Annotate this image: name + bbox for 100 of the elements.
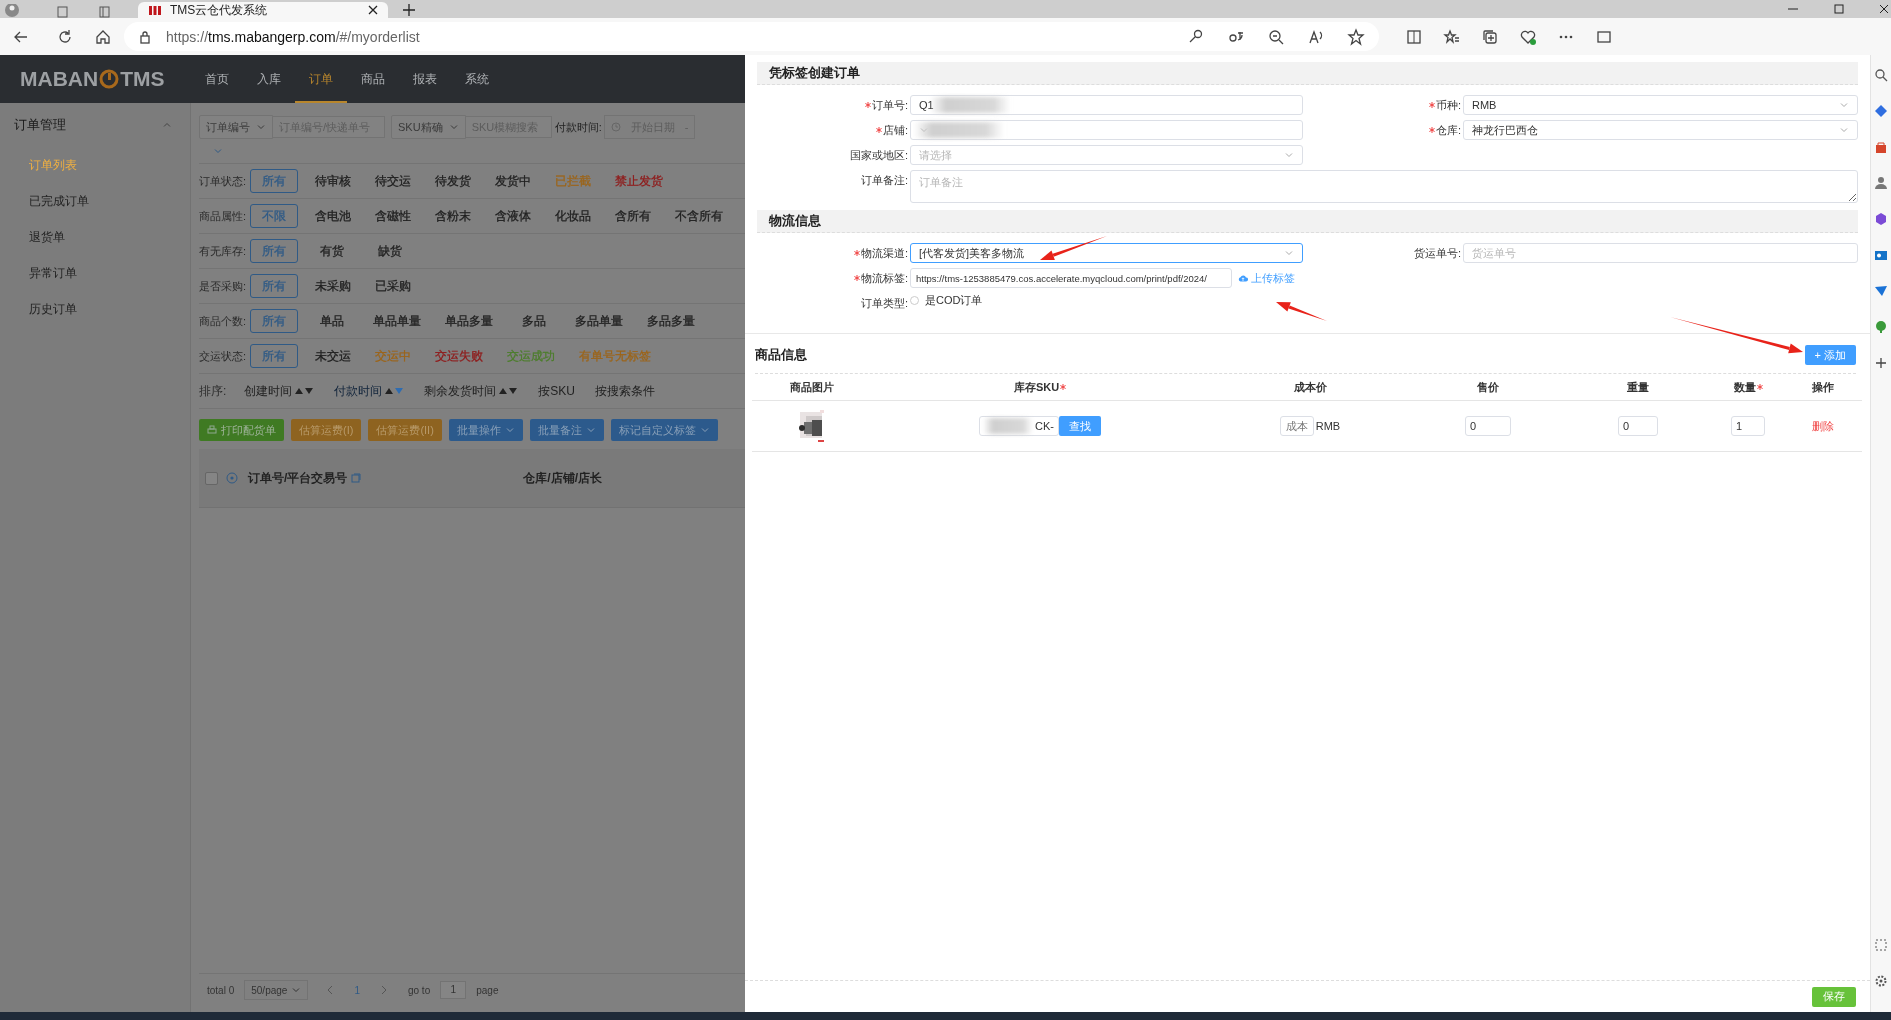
bag-icon[interactable] — [1874, 140, 1888, 154]
sidebar-title: 订单管理 — [14, 116, 66, 134]
workspaces-icon[interactable] — [56, 6, 70, 18]
filter-option[interactable]: 单品多量 — [438, 309, 501, 333]
filter-option[interactable]: 有货 — [308, 239, 357, 263]
text-field[interactable]: 货运单号 — [1463, 243, 1858, 263]
filter-option[interactable]: 多品多量 — [640, 309, 703, 333]
filter-option[interactable]: 待交运 — [368, 169, 419, 193]
chevron-down-icon — [1284, 150, 1294, 160]
filter-option[interactable]: 含电池 — [308, 204, 359, 228]
logo-text: TMS — [120, 67, 165, 91]
sidebar-item[interactable]: 退货单 — [0, 219, 190, 255]
filter-option[interactable]: 交运失败 — [428, 344, 491, 368]
filter-option[interactable]: 不含所有 — [668, 204, 731, 228]
tree-icon[interactable] — [1874, 320, 1888, 334]
currency-label: RMB — [1315, 420, 1341, 432]
search-icon[interactable] — [1874, 68, 1888, 82]
tabs-icon[interactable] — [98, 6, 112, 18]
text-field[interactable]: https://tms-1253885479.cos.accelerate.myqcloud.com/print/pdf/2024/ — [910, 268, 1232, 288]
settings-icon[interactable] — [1874, 974, 1888, 988]
new-tab-icon[interactable] — [402, 3, 416, 17]
column-header: 成本价 — [1293, 379, 1327, 395]
close-icon[interactable] — [368, 5, 378, 15]
action-button[interactable]: 打印配货单 — [199, 419, 284, 441]
sort-option[interactable]: 创建时间 — [244, 382, 315, 400]
upload-link[interactable]: 上传标签 — [1238, 270, 1295, 286]
nav-tab[interactable]: 入库 — [243, 55, 295, 103]
filter-option[interactable]: 含磁性 — [368, 204, 419, 228]
split-screen-icon[interactable] — [1405, 27, 1423, 46]
person-icon[interactable] — [1874, 176, 1888, 190]
refresh-icon[interactable] — [56, 27, 74, 46]
sidebar-item[interactable]: 已完成订单 — [0, 183, 190, 219]
filter-option[interactable]: 单品 — [308, 309, 357, 333]
text-field[interactable]: Q1 — [910, 95, 1303, 115]
star-icon[interactable] — [1347, 27, 1365, 46]
filter-option[interactable]: 待发货 — [428, 169, 479, 193]
select-field[interactable]: RMB — [1463, 95, 1858, 115]
filter-option[interactable]: 缺货 — [366, 239, 415, 263]
filter-option[interactable]: 化妆品 — [548, 204, 599, 228]
filter-option[interactable]: 待审核 — [308, 169, 359, 193]
filter-option[interactable]: 单品单量 — [366, 309, 429, 333]
sort-option[interactable]: 按搜索条件 — [595, 382, 656, 400]
sort-label: 排序: — [199, 382, 227, 400]
text-area[interactable]: 订单备注 — [910, 170, 1858, 203]
sort-option[interactable]: 付款时间 — [334, 382, 405, 400]
add-icon[interactable] — [1874, 356, 1888, 370]
sidebar-item[interactable]: 历史订单 — [0, 291, 190, 327]
profile-icon[interactable] — [4, 4, 20, 18]
diamond-icon[interactable] — [1874, 104, 1888, 118]
send-icon[interactable] — [1874, 284, 1888, 298]
text-field[interactable]: 0 — [1618, 416, 1658, 436]
filter-option[interactable]: 禁止发货 — [608, 169, 671, 193]
text-field[interactable]: CK- — [979, 416, 1059, 436]
filter-option[interactable]: 未交运 — [308, 344, 359, 368]
select-field[interactable]: 请选择 — [910, 145, 1303, 165]
select-field[interactable]: SKU精确 — [391, 115, 466, 139]
mail-icon[interactable] — [1874, 248, 1888, 262]
browser-tab[interactable]: TMS云仓代发系统 — [138, 2, 388, 18]
clock-icon — [610, 122, 621, 132]
select-field[interactable] — [910, 120, 1303, 140]
action-button[interactable]: 批量备注 — [529, 419, 604, 441]
nav-tab[interactable]: 商品 — [347, 55, 399, 103]
filter-option[interactable]: 含所有 — [608, 204, 659, 228]
favorites-icon[interactable] — [1443, 27, 1461, 46]
total-count: total 0 — [207, 984, 235, 996]
save-button[interactable]: 保存 — [1812, 986, 1856, 1007]
nav-tab[interactable]: 首页 — [191, 55, 243, 103]
hexagon-icon[interactable] — [1874, 212, 1888, 226]
filter-option[interactable]: 含液体 — [488, 204, 539, 228]
close-icon[interactable] — [1879, 4, 1889, 14]
find-button[interactable]: 查找 — [1059, 416, 1101, 436]
select-field[interactable]: [代客发货]美客多物流 — [910, 243, 1303, 263]
checkbox[interactable] — [205, 471, 218, 485]
sort-option[interactable]: 剩余发货时间 — [424, 382, 519, 400]
collections-icon[interactable] — [1481, 27, 1499, 46]
delete-link[interactable]: 删除 — [1812, 418, 1834, 434]
filter-option[interactable]: 发货中 — [488, 169, 539, 193]
text-field[interactable]: 0 — [1465, 416, 1511, 436]
action-button[interactable]: 标记自定义标签 — [610, 419, 718, 441]
sort-option[interactable]: 按SKU — [538, 382, 576, 400]
zoom-out-icon[interactable] — [1267, 27, 1285, 46]
chevron-down-icon — [448, 122, 459, 132]
select-field[interactable]: 神龙行巴西仓 — [1463, 120, 1858, 140]
filter-option[interactable]: 多品 — [510, 309, 559, 333]
page-input[interactable]: 1 — [440, 981, 467, 999]
action-button[interactable]: 批量操作 — [448, 419, 523, 441]
nav-tab[interactable]: 报表 — [399, 55, 451, 103]
text-field[interactable]: 1 — [1731, 416, 1765, 436]
filter-option[interactable]: 含粉末 — [428, 204, 479, 228]
add-button[interactable]: + 添加 — [1804, 345, 1856, 365]
filter-option[interactable]: 未采购 — [308, 274, 359, 298]
filter-option[interactable]: 多品单量 — [568, 309, 631, 333]
nav-tab[interactable]: 系统 — [451, 55, 503, 103]
page-size-select[interactable]: 50/page — [244, 980, 309, 1000]
filter-option[interactable]: 已采购 — [368, 274, 419, 298]
sidebar-item[interactable]: 订单列表 — [0, 147, 190, 183]
restore-icon[interactable] — [1833, 4, 1845, 14]
text-field[interactable]: 成本 — [1279, 416, 1314, 436]
nav-tab[interactable]: 订单 — [295, 55, 347, 103]
sidebar-item[interactable]: 异常订单 — [0, 255, 190, 291]
